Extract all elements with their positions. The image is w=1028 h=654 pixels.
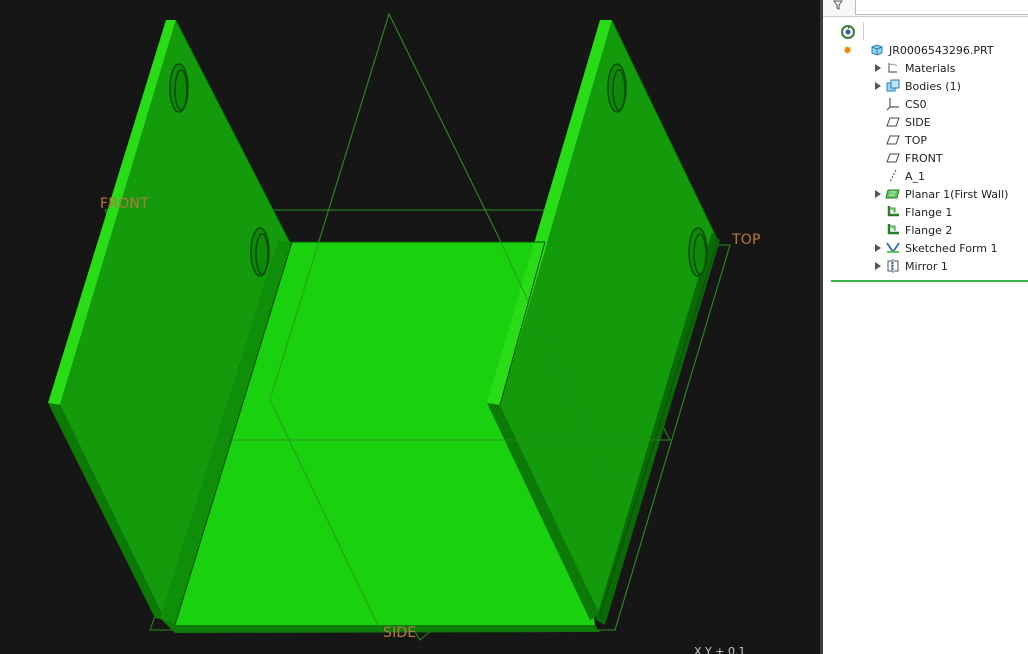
tree-item-label: Flange 1 xyxy=(905,205,953,219)
tree-item-sketched-form-1[interactable]: Sketched Form 1 xyxy=(875,239,998,257)
tree-item-label: Planar 1(First Wall) xyxy=(905,187,1009,201)
tree-item-side[interactable]: SIDE xyxy=(875,113,931,131)
flange-icon xyxy=(885,222,901,238)
tree-item-label: Sketched Form 1 xyxy=(905,241,998,255)
mirror-icon xyxy=(885,258,901,274)
toolbar-separator xyxy=(863,22,864,40)
regenerate-icon[interactable] xyxy=(840,24,856,40)
sketched-form-icon xyxy=(885,240,901,256)
model-render[interactable] xyxy=(0,0,820,654)
insert-here-marker[interactable] xyxy=(831,280,1028,282)
tree-root-row[interactable]: ✸ JR0006543296.PRT xyxy=(843,41,994,59)
tree-item-a-1[interactable]: A_1 xyxy=(875,167,925,185)
flange-icon xyxy=(885,204,901,220)
datum-plane-icon xyxy=(885,132,901,148)
filter-icon[interactable] xyxy=(825,0,851,15)
datum-axis-icon xyxy=(885,168,901,184)
planar-wall-icon xyxy=(885,186,901,202)
tree-item-flange-1[interactable]: Flange 1 xyxy=(875,203,952,221)
model-tree-search-input[interactable] xyxy=(855,0,1028,15)
expand-arrow-icon[interactable] xyxy=(874,81,882,91)
coordinate-system-icon xyxy=(885,96,901,112)
active-star-icon: ✸ xyxy=(843,43,853,57)
tree-item-label: FRONT xyxy=(905,151,943,165)
expand-arrow-icon[interactable] xyxy=(874,261,882,271)
tree-item-front[interactable]: FRONT xyxy=(875,149,943,167)
model-tree-panel: ✸ JR0006543296.PRT Materials Bodies (1) CS… xyxy=(823,0,1028,654)
tree-item-label: Flange 2 xyxy=(905,223,953,237)
front-plane-label[interactable]: FRONT xyxy=(100,197,149,211)
tree-item-flange-2[interactable]: Flange 2 xyxy=(875,221,952,239)
tree-item-planar-1-first-wall[interactable]: Planar 1(First Wall) xyxy=(875,185,1008,203)
graphics-viewport[interactable]: FRONT TOP SIDE X Y + 0.1 xyxy=(0,0,820,654)
tree-item-label: A_1 xyxy=(905,169,926,183)
tree-item-label: Mirror 1 xyxy=(905,259,948,273)
bodies-icon xyxy=(885,78,901,94)
tree-item-label: SIDE xyxy=(905,115,931,129)
tree-item-label: CS0 xyxy=(905,97,927,111)
materials-icon xyxy=(885,60,901,76)
tree-item-top[interactable]: TOP xyxy=(875,131,927,149)
tree-item-label: TOP xyxy=(905,133,928,147)
part-icon xyxy=(869,42,885,58)
datum-plane-icon xyxy=(885,114,901,130)
tree-item-label: Bodies (1) xyxy=(905,79,961,93)
tree-item-mirror-1[interactable]: Mirror 1 xyxy=(875,257,948,275)
expand-arrow-icon[interactable] xyxy=(874,243,882,253)
tree-item-cs0[interactable]: CS0 xyxy=(875,95,927,113)
model-tree-header xyxy=(823,0,1028,17)
tree-root-label: JR0006543296.PRT xyxy=(889,43,994,57)
tree-item-bodies-1[interactable]: Bodies (1) xyxy=(875,77,961,95)
top-plane-label[interactable]: TOP xyxy=(732,233,761,247)
tree-item-label: Materials xyxy=(905,61,956,75)
tree-item-materials[interactable]: Materials xyxy=(875,59,955,77)
coordinate-readout: X Y + 0.1 xyxy=(694,645,746,654)
datum-plane-icon xyxy=(885,150,901,166)
expand-arrow-icon[interactable] xyxy=(874,189,882,199)
expand-arrow-icon[interactable] xyxy=(874,63,882,73)
side-plane-label[interactable]: SIDE xyxy=(383,626,416,640)
